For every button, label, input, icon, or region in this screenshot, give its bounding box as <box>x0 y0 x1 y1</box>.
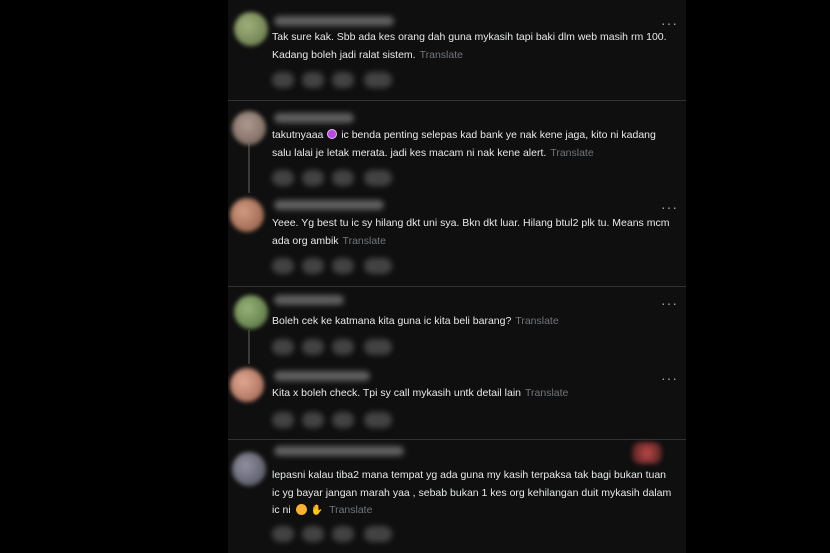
like-action-blurred[interactable] <box>332 258 354 274</box>
avatar[interactable] <box>230 198 264 232</box>
translate-link[interactable]: Translate <box>525 387 568 399</box>
purple-circle-emoji <box>327 129 338 139</box>
like-action-blurred[interactable] <box>332 526 354 542</box>
repost-action-blurred[interactable] <box>302 258 324 274</box>
more-horizontal-icon[interactable]: ··· <box>661 371 678 385</box>
more-horizontal-icon[interactable]: ··· <box>661 16 678 30</box>
username-blurred[interactable] <box>274 113 354 123</box>
comment-text: Tak sure kak. Sbb ada kes orang dah guna… <box>272 29 672 64</box>
share-action-blurred[interactable] <box>364 258 392 274</box>
translate-link[interactable]: Translate <box>515 315 558 327</box>
action-bar <box>272 72 412 88</box>
action-bar <box>272 412 412 428</box>
username-blurred[interactable] <box>274 16 394 26</box>
translate-link[interactable]: Translate <box>420 49 463 61</box>
share-action-blurred[interactable] <box>364 72 392 88</box>
more-horizontal-icon[interactable]: ··· <box>661 200 678 214</box>
comment-3: ··· Yeee. Yg best tu ic sy hilang dkt un… <box>228 190 686 286</box>
share-action-blurred[interactable] <box>364 526 392 542</box>
action-bar <box>272 258 412 274</box>
username-blurred[interactable] <box>274 200 384 210</box>
comment-body: Kita x boleh check. Tpi sy call mykasih … <box>272 387 522 399</box>
comment-text: takutnyaaa ic benda penting selepas kad … <box>272 127 672 162</box>
reply-action-blurred[interactable] <box>272 72 294 88</box>
translate-link[interactable]: Translate <box>329 504 372 516</box>
pensive-face-emoji <box>295 504 307 515</box>
avatar[interactable] <box>232 452 266 486</box>
screenshot-frame: ··· Tak sure kak. Sbb ada kes orang dah … <box>0 0 830 553</box>
share-action-blurred[interactable] <box>364 412 392 428</box>
avatar[interactable] <box>230 368 264 402</box>
avatar[interactable] <box>232 111 266 145</box>
translate-link[interactable]: Translate <box>343 235 386 247</box>
action-bar <box>272 526 412 542</box>
folded-hands-emoji: ✋ <box>310 505 324 516</box>
comment-body: Yeee. Yg best tu ic sy hilang dkt uni sy… <box>272 217 670 247</box>
action-bar <box>272 170 412 186</box>
reply-action-blurred[interactable] <box>272 412 294 428</box>
comment-body: Tak sure kak. Sbb ada kes orang dah guna… <box>272 31 667 61</box>
comment-text: Yeee. Yg best tu ic sy hilang dkt uni sy… <box>272 215 672 250</box>
like-action-blurred[interactable] <box>332 412 354 428</box>
more-horizontal-icon[interactable]: ··· <box>661 296 678 310</box>
repost-action-blurred[interactable] <box>302 170 324 186</box>
repost-action-blurred[interactable] <box>302 339 324 355</box>
like-action-blurred[interactable] <box>332 170 354 186</box>
comment-text: Boleh cek ke katmana kita guna ic kita b… <box>272 313 672 331</box>
like-action-blurred[interactable] <box>332 72 354 88</box>
action-bar <box>272 339 412 355</box>
comment-text: Kita x boleh check. Tpi sy call mykasih … <box>272 385 672 403</box>
comment-text: lepasni kalau tiba2 mana tempat yg ada g… <box>272 467 672 520</box>
comment-body-start: takutnyaaa <box>272 129 324 141</box>
username-blurred[interactable] <box>274 295 344 305</box>
repost-action-blurred[interactable] <box>302 412 324 428</box>
comment-4: ··· Boleh cek ke katmana kita guna ic ki… <box>228 287 686 361</box>
comment-5: ··· Kita x boleh check. Tpi sy call myka… <box>228 362 686 438</box>
repost-action-blurred[interactable] <box>302 526 324 542</box>
username-blurred[interactable] <box>274 371 370 381</box>
comment-2: takutnyaaa ic benda penting selepas kad … <box>228 101 686 189</box>
reply-action-blurred[interactable] <box>272 258 294 274</box>
avatar[interactable] <box>234 12 268 46</box>
share-action-blurred[interactable] <box>364 339 392 355</box>
translate-link[interactable]: Translate <box>550 147 593 159</box>
media-thumbnail-blurred[interactable] <box>632 442 662 464</box>
comment-feed: ··· Tak sure kak. Sbb ada kes orang dah … <box>228 0 686 553</box>
reply-action-blurred[interactable] <box>272 526 294 542</box>
avatar[interactable] <box>234 295 268 329</box>
comment-1: ··· Tak sure kak. Sbb ada kes orang dah … <box>228 0 686 100</box>
repost-action-blurred[interactable] <box>302 72 324 88</box>
comment-body: Boleh cek ke katmana kita guna ic kita b… <box>272 315 512 327</box>
like-action-blurred[interactable] <box>332 339 354 355</box>
reply-action-blurred[interactable] <box>272 339 294 355</box>
reply-action-blurred[interactable] <box>272 170 294 186</box>
comment-6: lepasni kalau tiba2 mana tempat yg ada g… <box>228 440 686 553</box>
share-action-blurred[interactable] <box>364 170 392 186</box>
username-blurred[interactable] <box>274 446 404 456</box>
